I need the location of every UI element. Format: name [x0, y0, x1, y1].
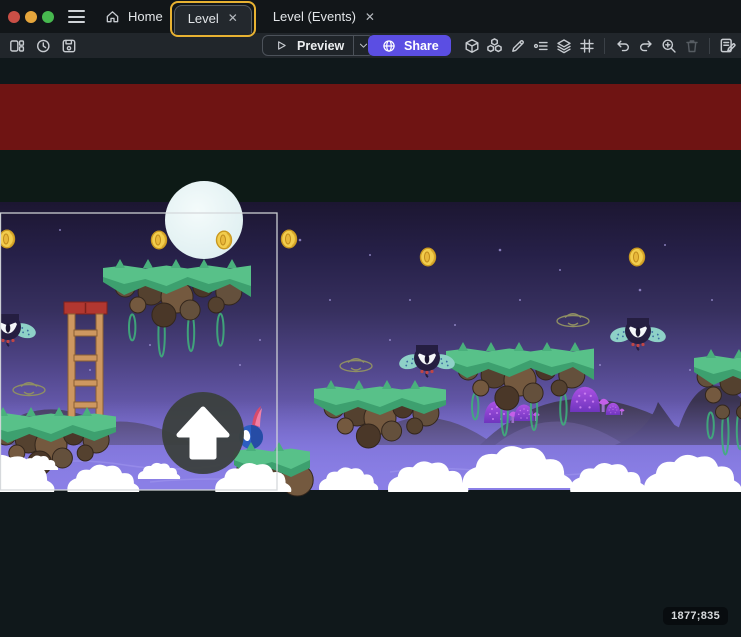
tab-highlight-box: Level ✕: [170, 1, 256, 37]
coin-instance[interactable]: [217, 231, 232, 249]
preview-button[interactable]: Preview: [263, 36, 353, 55]
cursor-coordinates-badge: 1877;835: [663, 607, 728, 625]
share-button[interactable]: Share: [368, 35, 451, 56]
window-controls: [0, 11, 54, 23]
tab-level[interactable]: Level ✕: [174, 5, 252, 33]
main-menu-icon[interactable]: [64, 6, 89, 27]
minimize-window-button[interactable]: [25, 11, 37, 23]
objects-cube-icon[interactable]: [463, 37, 480, 54]
undo-icon[interactable]: [614, 37, 631, 54]
close-window-button[interactable]: [8, 11, 20, 23]
coin-instance[interactable]: [421, 248, 436, 266]
zoom-window-button[interactable]: [42, 11, 54, 23]
moon[interactable]: [165, 181, 243, 259]
globe-icon: [380, 37, 397, 54]
preview-button-label: Preview: [297, 39, 344, 53]
background-band-dark[interactable]: [0, 150, 741, 202]
coin-instance[interactable]: [0, 230, 15, 248]
toolbar: Preview Share: [0, 33, 741, 58]
toolbar-separator: [709, 38, 710, 54]
trash-icon[interactable]: [683, 37, 700, 54]
home-icon: [104, 8, 121, 25]
redo-icon[interactable]: [637, 37, 654, 54]
coin-instance[interactable]: [282, 230, 297, 248]
gdevelop-window: Home Level ✕ Level (Events) ✕: [0, 0, 741, 637]
jump-button-overlay[interactable]: [162, 392, 244, 474]
save-icon[interactable]: [60, 37, 77, 54]
object-groups-icon[interactable]: [486, 37, 503, 54]
preview-button-group: Preview: [262, 35, 374, 56]
play-icon: [273, 37, 290, 54]
scene-editor-canvas[interactable]: 1877;835: [0, 58, 741, 637]
toolbar-separator: [604, 38, 605, 54]
tab-home-label: Home: [128, 9, 163, 24]
scene-svg[interactable]: [0, 58, 741, 637]
tab-level-events[interactable]: Level (Events) ✕: [267, 5, 383, 28]
close-tab-icon[interactable]: ✕: [363, 10, 377, 24]
titlebar: Home Level ✕ Level (Events) ✕: [0, 0, 741, 33]
history-icon[interactable]: [34, 37, 51, 54]
edit-pencil-icon[interactable]: [509, 37, 526, 54]
coin-instance[interactable]: [152, 231, 167, 249]
coin-instance[interactable]: [630, 248, 645, 266]
share-button-label: Share: [404, 39, 439, 53]
panels-icon[interactable]: [8, 37, 25, 54]
instances-list-icon[interactable]: [532, 37, 549, 54]
background-band-red-top[interactable]: [0, 84, 741, 150]
toolbar-left-group: [8, 37, 77, 54]
scene-events-icon[interactable]: [719, 37, 736, 54]
tab-level-label: Level: [188, 11, 219, 26]
close-tab-icon[interactable]: ✕: [226, 11, 240, 25]
layers-icon[interactable]: [555, 37, 572, 54]
zoom-in-icon[interactable]: [660, 37, 677, 54]
grid-icon[interactable]: [578, 37, 595, 54]
tab-level-events-label: Level (Events): [273, 9, 356, 24]
toolbar-right-group: [463, 37, 736, 54]
tab-home[interactable]: Home: [104, 8, 163, 25]
